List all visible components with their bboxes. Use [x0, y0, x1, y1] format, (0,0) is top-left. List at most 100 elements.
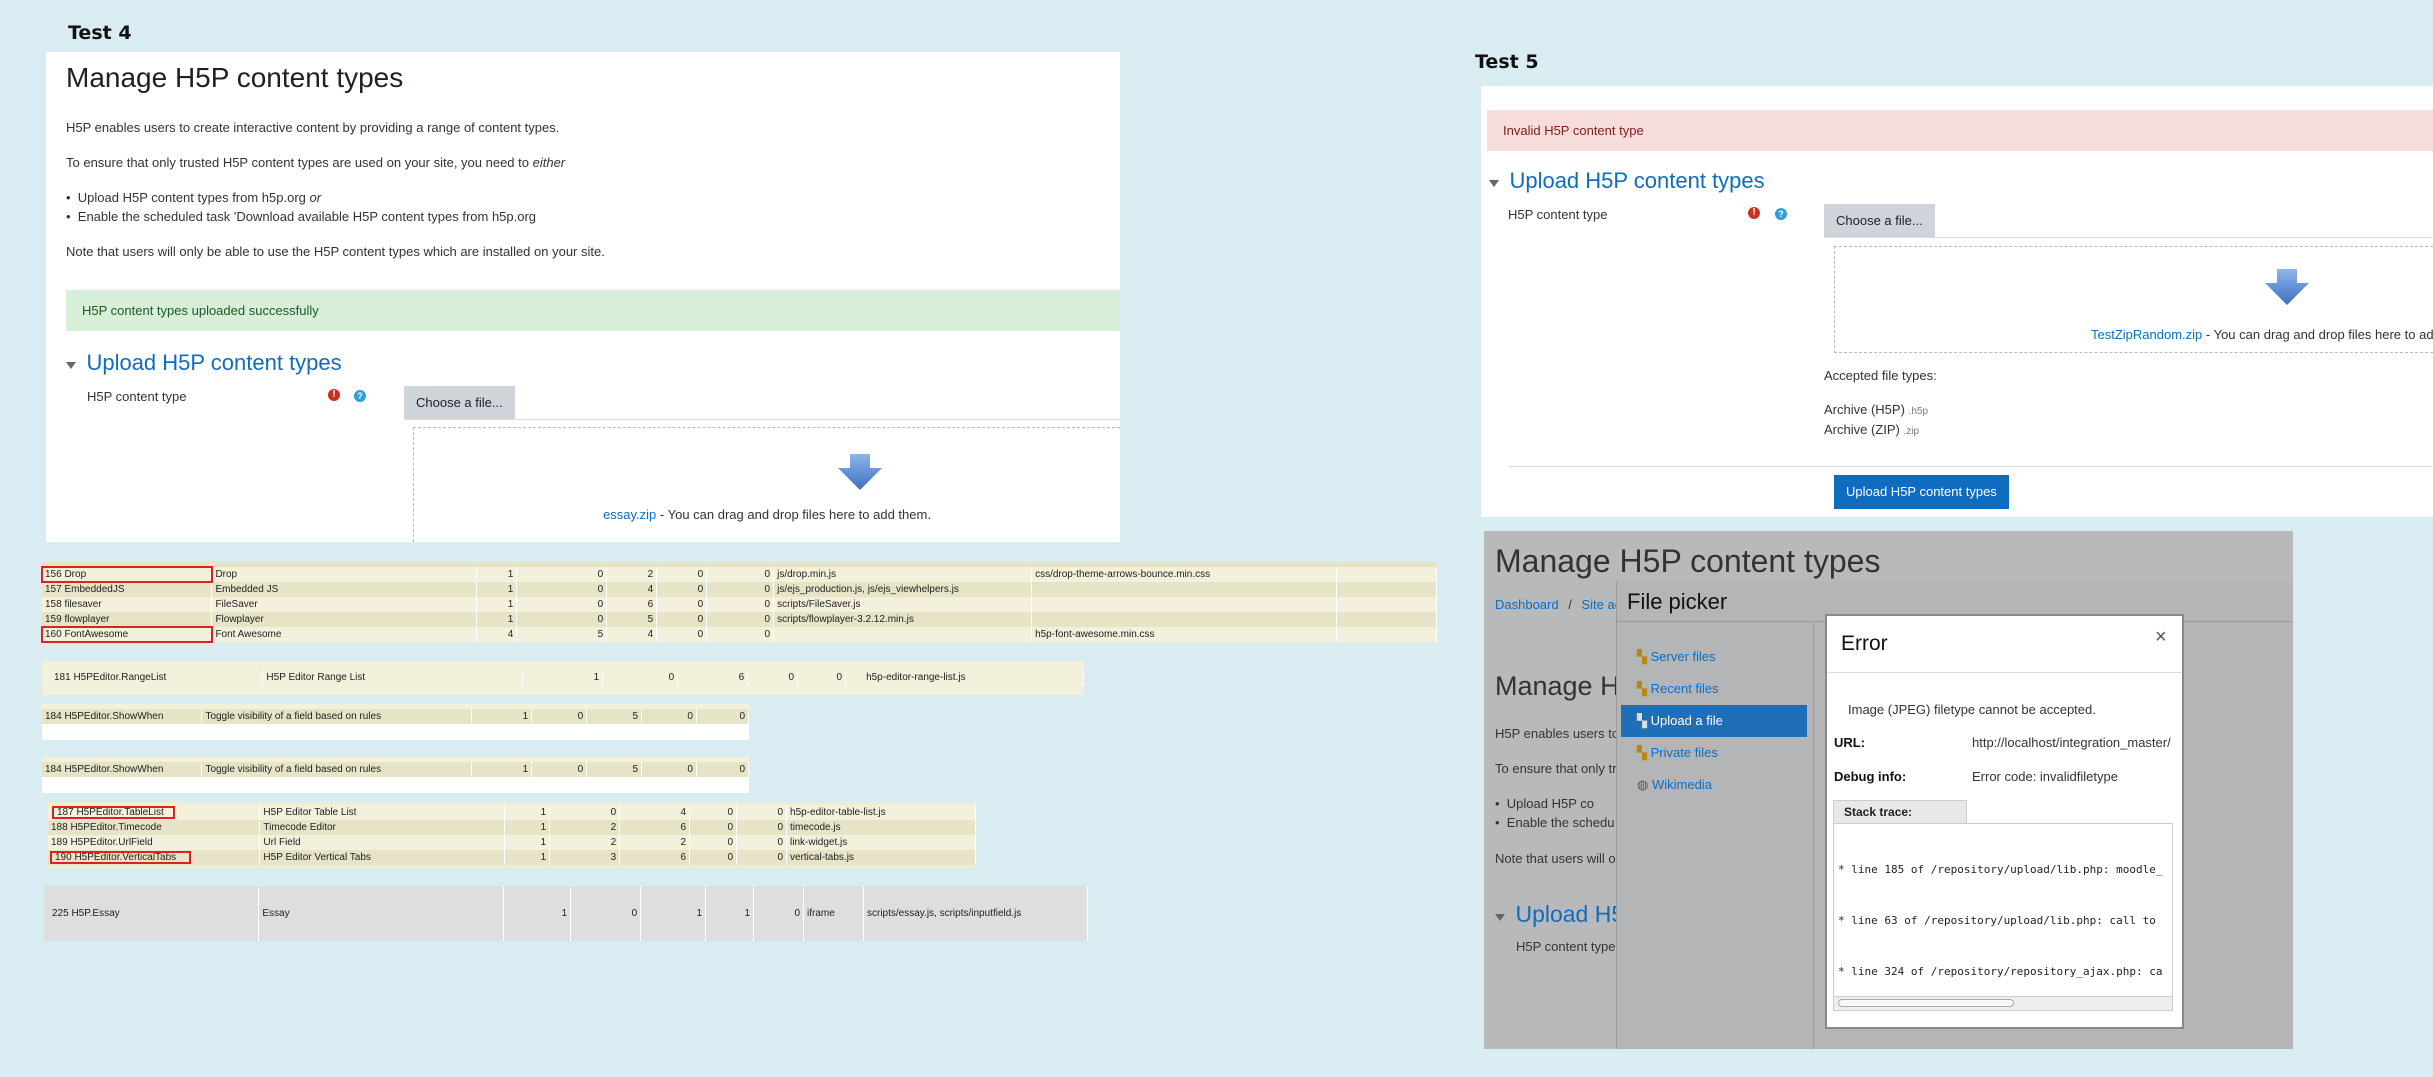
intro-text: H5P enables users to create interactive … — [66, 120, 560, 135]
table-row: 157 EmbeddedJS Embedded JS 1 0 4 0 0 js/ejs_pro… — [42, 582, 1438, 597]
drop-hint: TestZipRandom.zip - You can drag and dro… — [2091, 327, 2433, 342]
section-header[interactable]: Upload H5P content types — [1489, 168, 1765, 194]
table-row: 188 H5PEditor.Timecode Timecode Editor 1 2 6… — [48, 820, 976, 835]
section-header[interactable]: Upload H5P content types — [66, 350, 342, 376]
db-table-5-grid: 187 H5PEditor.TableList H5P Editor Table … — [48, 805, 976, 865]
error-url[interactable]: http://localhost/integration_master/ — [1972, 735, 2182, 750]
debug-value: Error code: invalidfiletype — [1972, 769, 2118, 784]
breadcrumb-dashboard[interactable]: Dashboard — [1495, 597, 1559, 612]
bg-text: To ensure that only tr — [1495, 761, 1617, 776]
sidebar-item-recent-files[interactable]: ▚ Recent files — [1621, 673, 1807, 705]
test5-panel: Invalid H5P content type Upload H5P cont… — [1481, 86, 2433, 517]
recent-icon: ▚ — [1637, 681, 1647, 696]
table-row: 158 filesaver FileSaver 1 0 6 0 0 scripts/FileS… — [42, 597, 1438, 612]
divider — [1508, 466, 2433, 467]
debug-label: Debug info: — [1834, 769, 1907, 784]
bg-note: Note that users will o — [1495, 851, 1616, 866]
field-label: H5P content type — [1508, 207, 1608, 222]
collapse-caret-icon — [1495, 914, 1505, 922]
db-table-4: 184 H5PEditor.ShowWhen Toggle visibility … — [42, 757, 750, 793]
table-row: 187 H5PEditor.TableList H5P Editor Table … — [48, 805, 976, 820]
file-link[interactable]: TestZipRandom.zip — [2091, 327, 2202, 342]
accepted-type-h5p: Archive (H5P) .h5p — [1824, 402, 1929, 417]
db-table-3: 184 H5PEditor.ShowWhen Toggle visibility … — [42, 704, 750, 740]
bg-field-label: H5P content type — [1516, 939, 1616, 954]
private-files-icon: ▚ — [1637, 745, 1647, 760]
bg-bullet: • Upload H5P co — [1495, 796, 1594, 811]
help-icon[interactable]: ? — [354, 390, 366, 402]
choose-file-button[interactable]: Choose a file... — [1824, 204, 1935, 237]
table-row: 189 H5PEditor.UrlField Url Field 1 2 2 0 0 link… — [48, 835, 976, 850]
section-title: Upload H5P content types — [86, 350, 342, 375]
db-table-1-grid: 156 Drop Drop 1 0 2 0 0 js/drop.min.js css/drop-… — [41, 566, 1438, 643]
download-arrow-icon — [838, 454, 882, 490]
scrollbar-thumb[interactable] — [1838, 999, 2014, 1007]
table-row: 184 H5PEditor.ShowWhen Toggle visibility … — [42, 709, 750, 724]
error-message: Image (JPEG) filetype cannot be accepted… — [1848, 702, 2096, 717]
dropzone[interactable]: TestZipRandom.zip - You can drag and dro… — [1834, 246, 2433, 353]
horizontal-scrollbar[interactable] — [1834, 996, 2172, 1010]
bg-heading: Manage H — [1495, 671, 1620, 701]
page-title: Manage H5P content types — [66, 62, 404, 93]
db-table-4-grid: 184 H5PEditor.ShowWhen Toggle visibility … — [42, 762, 750, 777]
accepted-label: Accepted file types: — [1824, 368, 1937, 383]
error-alert: Invalid H5P content type — [1487, 110, 2433, 151]
dropzone[interactable]: essay.zip - You can drag and drop files … — [413, 427, 1120, 542]
bg-section-header: Upload H5 — [1495, 901, 1624, 928]
stack-trace-tab[interactable]: Stack trace: — [1833, 800, 1967, 823]
table-row: 225 H5P.Essay Essay 1 0 1 1 0 iframe scripts/ess… — [44, 886, 1089, 941]
db-table-3-grid: 184 H5PEditor.ShowWhen Toggle visibility … — [42, 709, 750, 724]
collapse-caret-icon[interactable] — [1489, 180, 1499, 188]
required-icon: ! — [1748, 207, 1760, 219]
divider — [1824, 237, 2433, 238]
table-row: 181 H5PEditor.RangeList H5P Editor Range … — [42, 670, 1084, 685]
close-icon[interactable]: × — [2155, 626, 2167, 649]
sidebar-item-upload-a-file[interactable]: ▚ Upload a file — [1621, 705, 1807, 737]
db-table-6: 225 H5P.Essay Essay 1 0 1 1 0 iframe scripts/ess… — [44, 886, 1089, 941]
error-dialog: Error × Image (JPEG) filetype cannot be … — [1825, 614, 2184, 1029]
table-row: 156 Drop Drop 1 0 2 0 0 js/drop.min.js css/drop-… — [41, 566, 1438, 583]
download-arrow-icon — [2265, 269, 2309, 305]
wikimedia-icon: ◍ — [1637, 777, 1649, 792]
file-link[interactable]: essay.zip — [603, 507, 656, 522]
db-table-2-grid: 181 H5PEditor.RangeList H5P Editor Range … — [42, 670, 1084, 685]
bg-bullet: • Enable the schedu — [1495, 815, 1615, 830]
table-row: 190 H5PEditor.VerticalTabs H5P Editor Ver… — [48, 850, 976, 865]
drop-hint: essay.zip - You can drag and drop files … — [603, 507, 931, 522]
url-label: URL: — [1834, 735, 1866, 750]
file-picker-title: File picker — [1627, 589, 1728, 614]
section-title: Upload H5P content types — [1509, 168, 1765, 193]
collapse-caret-icon[interactable] — [66, 362, 76, 370]
success-alert: H5P content types uploaded successfully — [66, 290, 1120, 331]
choose-file-button[interactable]: Choose a file... — [404, 386, 515, 419]
stack-trace-lines: * line 185 of /repository/upload/lib.php… — [1838, 863, 2163, 978]
accepted-type-zip: Archive (ZIP) .zip — [1824, 422, 1920, 437]
upload-submit-button[interactable]: Upload H5P content types — [1834, 475, 2009, 509]
sidebar-item-wikimedia[interactable]: ◍ Wikimedia — [1621, 769, 1807, 801]
error-title: Error — [1841, 632, 1888, 655]
dimmed-page: Manage H5P content types Dashboard / Sit… — [1484, 531, 2293, 1049]
test4-panel: Manage H5P content types H5P enables use… — [46, 52, 1120, 542]
table-row: 184 H5PEditor.ShowWhen Toggle visibility … — [42, 762, 750, 777]
breadcrumb: Dashboard / Site ac — [1495, 597, 1622, 612]
db-table-6-grid: 225 H5P.Essay Essay 1 0 1 1 0 iframe scripts/ess… — [44, 886, 1089, 941]
help-icon[interactable]: ? — [1775, 208, 1787, 220]
field-label: H5P content type — [87, 389, 187, 404]
bg-text: H5P enables users to — [1495, 726, 1620, 741]
server-icon: ▚ — [1637, 649, 1647, 664]
sidebar-item-server-files[interactable]: ▚ Server files — [1621, 641, 1807, 673]
db-table-2: 181 H5PEditor.RangeList H5P Editor Range … — [42, 661, 1084, 695]
upload-icon: ▚ — [1637, 713, 1647, 728]
required-icon: ! — [328, 389, 340, 401]
bg-page-title: Manage H5P content types — [1495, 543, 1881, 579]
table-row: 160 FontAwesome Font Awesome 4 5 4 0 0 h5p-font… — [41, 626, 1438, 643]
table-row: 159 flowplayer Flowplayer 1 0 5 0 0 scripts/flo… — [42, 612, 1438, 627]
db-table-5: 187 H5PEditor.TableList H5P Editor Table … — [48, 802, 976, 868]
sidebar-item-private-files[interactable]: ▚ Private files — [1621, 737, 1807, 769]
test4-label: Test 4 — [68, 22, 132, 44]
note-text: Note that users will only be able to use… — [66, 244, 605, 259]
db-table-1: 156 Drop Drop 1 0 2 0 0 js/drop.min.js css/drop-… — [41, 562, 1438, 643]
file-picker-sidebar: ▚ Server files ▚ Recent files ▚ Upload a… — [1621, 641, 1807, 801]
ensure-text: To ensure that only trusted H5P content … — [66, 155, 566, 170]
stack-trace-box[interactable]: * line 185 of /repository/upload/lib.php… — [1833, 823, 2173, 1011]
